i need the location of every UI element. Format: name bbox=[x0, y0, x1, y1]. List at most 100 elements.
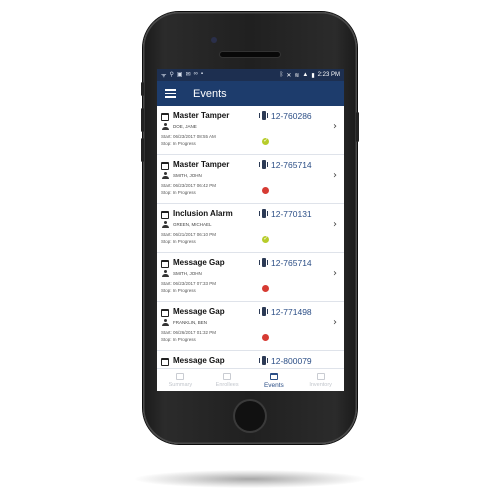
image-icon: ▣ bbox=[176, 72, 183, 78]
device-icon bbox=[259, 258, 268, 267]
event-number[interactable]: 12-770131 bbox=[271, 209, 312, 219]
home-button[interactable] bbox=[235, 401, 265, 431]
event-stop: Stop: In Progress bbox=[161, 190, 196, 195]
tab-enrollees[interactable]: Enrollees bbox=[204, 369, 251, 391]
event-list[interactable]: Master Tamper DOE, JANE Start: 06/23/201… bbox=[157, 106, 344, 368]
event-number[interactable]: 12-760286 bbox=[271, 111, 312, 121]
chevron-right-icon[interactable]: › bbox=[333, 317, 337, 328]
inventory-icon bbox=[316, 373, 325, 380]
tab-summary[interactable]: Summary bbox=[157, 369, 204, 391]
tab-inventory[interactable]: Inventory bbox=[297, 369, 344, 391]
event-row[interactable]: Master Tamper SMITH, JOHN Start: 06/23/2… bbox=[157, 155, 344, 204]
tab-label: Inventory bbox=[309, 382, 332, 388]
event-number[interactable]: 12-765714 bbox=[271, 258, 312, 268]
event-start: Start: 06/21/2017 06:10 PM bbox=[161, 232, 217, 237]
event-number[interactable]: 12-765714 bbox=[271, 160, 312, 170]
front-camera bbox=[211, 37, 217, 43]
device-icon bbox=[259, 209, 268, 218]
status-right-icons: ᛒ ✕ ≋ ▲ ▮ 2:23 PM bbox=[280, 72, 340, 79]
phone-shadow bbox=[135, 470, 365, 488]
volume-up-button bbox=[141, 108, 144, 132]
event-stop: Stop: In Progress bbox=[161, 337, 196, 342]
chevron-right-icon[interactable]: › bbox=[333, 170, 337, 181]
event-start: Start: 06/23/2017 07:33 PM bbox=[161, 281, 217, 286]
person-icon bbox=[162, 221, 169, 228]
enrollee-name: DOE, JANE bbox=[173, 124, 197, 129]
mail-icon: ✉ bbox=[185, 72, 191, 78]
menu-icon[interactable] bbox=[165, 89, 176, 98]
device-icon bbox=[259, 356, 268, 365]
calendar-icon bbox=[161, 113, 169, 121]
calendar-icon bbox=[269, 372, 278, 380]
event-title: Message Gap bbox=[173, 307, 225, 316]
event-title: Message Gap bbox=[173, 258, 225, 267]
event-row[interactable]: Master Tamper DOE, JANE Start: 06/23/201… bbox=[157, 106, 344, 155]
bluetooth-icon: ᛒ bbox=[279, 72, 284, 78]
event-row[interactable]: Message Gap 12-800079 bbox=[157, 351, 344, 368]
event-number[interactable]: 12-771498 bbox=[271, 307, 312, 317]
event-stop: Stop: In Progress bbox=[161, 239, 196, 244]
enrollee-name: FRANKLIN, BEN bbox=[173, 320, 208, 325]
status-bar: ᯤ ⚲ ▣ ✉ ∞ ▪ ᛒ ✕ ≋ ▲ ▮ 2:23 PM bbox=[157, 69, 344, 81]
summary-icon bbox=[176, 373, 185, 380]
signal-icon: ▲ bbox=[302, 72, 309, 78]
event-row[interactable]: Message Gap FRANKLIN, BEN Start: 06/26/2… bbox=[157, 302, 344, 351]
chevron-right-icon[interactable]: › bbox=[333, 268, 337, 279]
event-start: Start: 06/26/2017 01:32 PM bbox=[161, 330, 217, 335]
mute-switch bbox=[141, 82, 144, 96]
event-title: Inclusion Alarm bbox=[173, 209, 233, 218]
person-icon bbox=[162, 319, 169, 326]
event-start: Start: 06/23/2017 08:55 AM bbox=[161, 134, 216, 139]
wifi-icon: ᯤ bbox=[161, 73, 167, 79]
power-button bbox=[356, 112, 359, 142]
status-left-icons: ᯤ ⚲ ▣ ✉ ∞ ▪ bbox=[161, 71, 203, 79]
enrollee-name: GREEN, MICHAEL bbox=[173, 222, 212, 227]
battery-icon: ▮ bbox=[311, 72, 315, 79]
calendar-icon bbox=[161, 260, 169, 268]
status-alert-icon bbox=[262, 334, 269, 341]
event-title: Master Tamper bbox=[173, 160, 230, 169]
wifi-icon: ≋ bbox=[294, 72, 300, 79]
volume-down-button bbox=[141, 138, 144, 162]
bottom-tab-bar: Summary Enrollees Events Inventory bbox=[157, 368, 344, 391]
mute-icon: ✕ bbox=[286, 72, 292, 79]
event-title: Message Gap bbox=[173, 356, 225, 365]
earpiece bbox=[220, 52, 280, 57]
tab-label: Summary bbox=[168, 382, 193, 388]
status-ok-icon bbox=[262, 137, 269, 145]
tab-label: Events bbox=[263, 381, 284, 389]
device-icon bbox=[259, 160, 268, 169]
device-icon bbox=[259, 111, 268, 120]
calendar-icon bbox=[161, 358, 169, 366]
calendar-icon bbox=[161, 211, 169, 219]
event-title: Master Tamper bbox=[173, 111, 230, 120]
enrollees-icon bbox=[223, 373, 232, 380]
event-stop: Stop: In Progress bbox=[161, 288, 196, 293]
chevron-right-icon[interactable]: › bbox=[333, 121, 337, 132]
status-ok-icon bbox=[262, 235, 269, 243]
enrollee-name: SMITH, JOHN bbox=[173, 271, 202, 276]
person-icon bbox=[162, 172, 169, 179]
status-alert-icon bbox=[262, 187, 269, 194]
page-title: Events bbox=[193, 87, 227, 100]
person-icon bbox=[162, 123, 169, 130]
phone-frame: ᯤ ⚲ ▣ ✉ ∞ ▪ ᛒ ✕ ≋ ▲ ▮ 2:23 PM Events Mas… bbox=[141, 12, 359, 444]
calendar-icon bbox=[161, 162, 169, 170]
event-row[interactable]: Inclusion Alarm GREEN, MICHAEL Start: 06… bbox=[157, 204, 344, 253]
app-bar: Events bbox=[157, 81, 344, 106]
status-time: 2:23 PM bbox=[317, 72, 340, 78]
event-number[interactable]: 12-800079 bbox=[271, 356, 312, 366]
event-start: Start: 06/23/2017 06:42 PM bbox=[161, 183, 217, 188]
tab-label: Enrollees bbox=[215, 382, 239, 388]
status-alert-icon bbox=[262, 285, 269, 292]
device-icon bbox=[259, 307, 268, 316]
enrollee-name: SMITH, JOHN bbox=[173, 173, 202, 178]
notification-icon: ▪ bbox=[200, 71, 204, 77]
tab-events[interactable]: Events bbox=[251, 369, 298, 391]
person-icon bbox=[162, 270, 169, 277]
calendar-icon bbox=[161, 309, 169, 317]
usb-icon: ⚲ bbox=[169, 72, 174, 78]
voicemail-icon: ∞ bbox=[193, 71, 198, 77]
event-row[interactable]: Message Gap SMITH, JOHN Start: 06/23/201… bbox=[157, 253, 344, 302]
chevron-right-icon[interactable]: › bbox=[333, 219, 337, 230]
